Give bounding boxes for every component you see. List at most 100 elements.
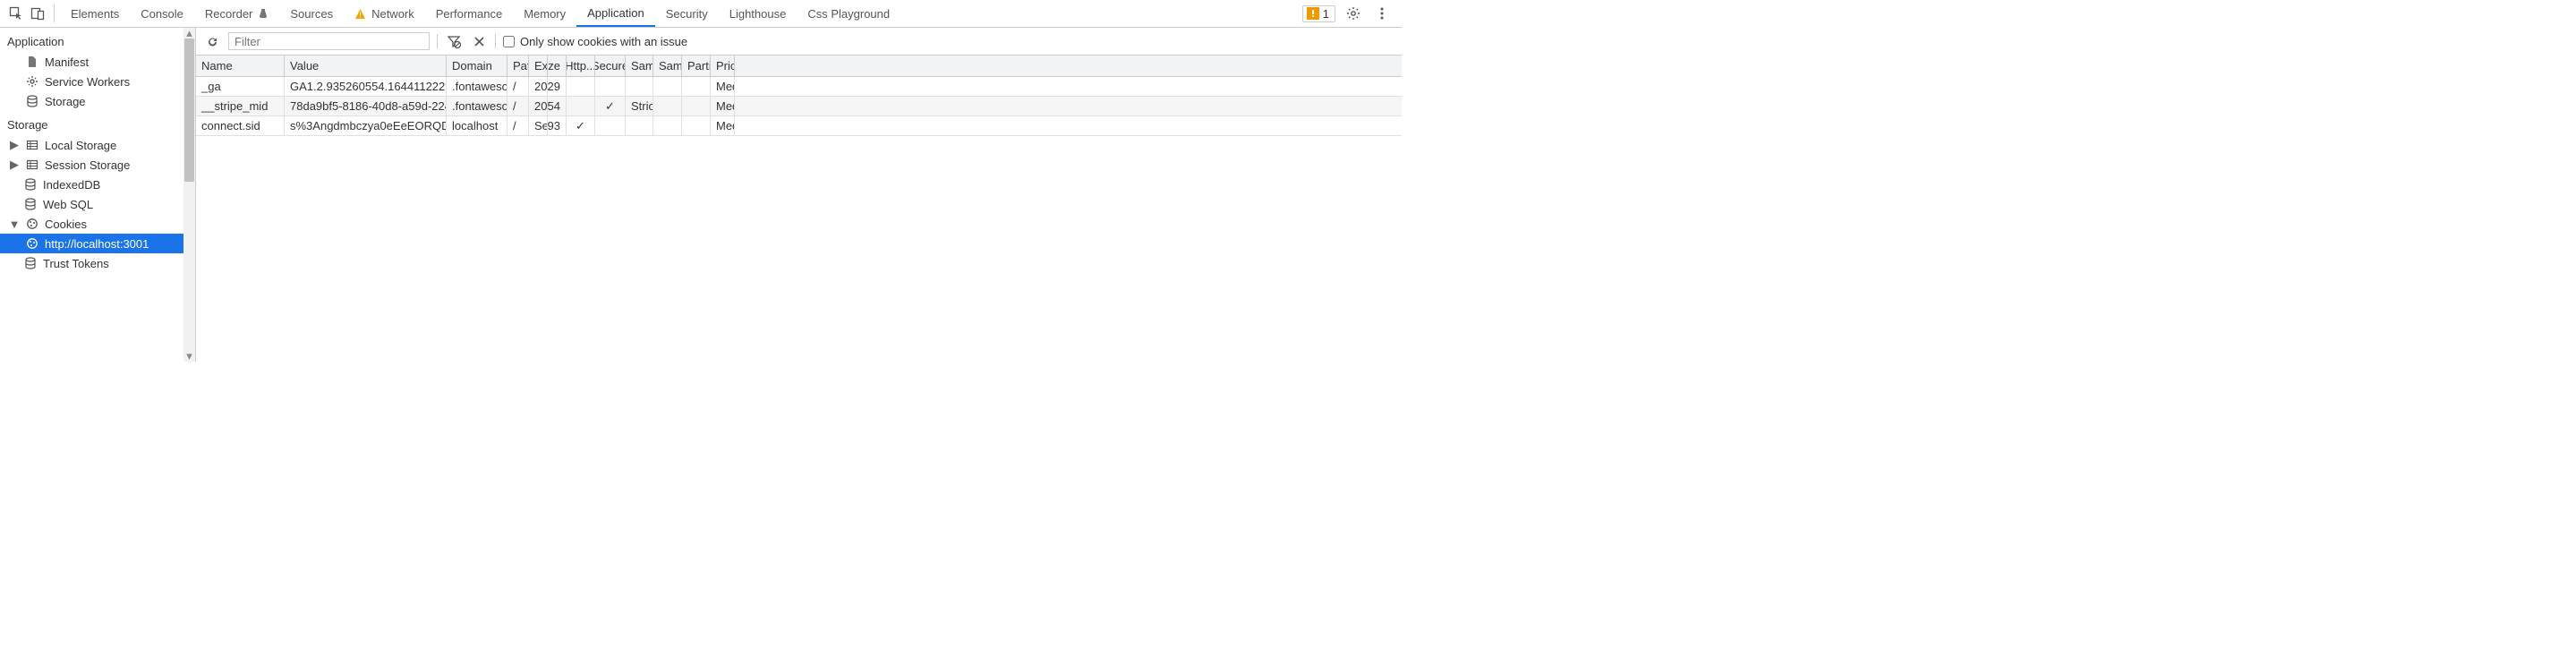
table-row[interactable]: _gaGA1.2.935260554.1644112229.fontawesom… [196,77,1402,97]
col-samesite[interactable]: Same.. [626,56,653,76]
cell-httponly [567,97,595,115]
sidebar-item-cookies-host[interactable]: http://localhost:3001 [0,234,195,253]
col-name[interactable]: Name [196,56,285,76]
sidebar-scrollbar[interactable]: ▴ ▾ [183,28,195,362]
tab-css-playground[interactable]: Css Playground [797,0,900,27]
warning-icon [354,8,366,20]
cell-expires: Se... [529,116,548,135]
sidebar-item-manifest[interactable]: Manifest [0,52,195,72]
cookie-icon [25,217,39,231]
only-issues-checkbox[interactable]: Only show cookies with an issue [503,35,687,48]
col-secure[interactable]: Secure [595,56,626,76]
tab-elements[interactable]: Elements [60,0,130,27]
cell-path: / [508,97,529,115]
col-expires[interactable]: Ex.. [529,56,548,76]
only-issues-input[interactable] [503,36,515,47]
refresh-icon[interactable] [203,32,221,50]
database-icon [23,177,38,192]
grid-header-row: Name Value Domain Path Ex.. Size Http...… [196,56,1402,77]
kebab-menu-icon[interactable] [1371,6,1393,21]
disclosure-triangle-icon[interactable]: ▶ [9,158,20,172]
cell-priority: Medi... [711,77,735,96]
col-path[interactable]: Path [508,56,529,76]
cell-httponly [567,77,595,96]
tab-memory[interactable]: Memory [513,0,576,27]
tab-performance[interactable]: Performance [425,0,513,27]
cell-value: 78da9bf5-8186-40d8-a59d-224ae49ef747426.… [285,97,447,115]
separator [437,34,438,48]
col-priority[interactable]: Prio... [711,56,735,76]
disclosure-triangle-icon[interactable]: ▶ [9,138,20,152]
cookies-toolbar: Only show cookies with an issue [196,28,1402,56]
table-icon [25,138,39,152]
cell-value: s%3Angdmbczya0eEeEORQDKtdC7khePpXvA... [285,116,447,135]
cell-samesite: Strict [626,97,653,115]
device-toggle-icon[interactable] [27,0,48,27]
cell-name: _ga [196,77,285,96]
cookies-panel: Only show cookies with an issue Name Val… [196,28,1402,362]
col-value[interactable]: Value [285,56,447,76]
tab-lighthouse[interactable]: Lighthouse [719,0,798,27]
database-icon [23,256,38,270]
cell-samesite [626,77,653,96]
tab-console[interactable]: Console [130,0,194,27]
database-icon [23,197,38,211]
col-partition[interactable]: Partit... [682,56,711,76]
issues-count: 1 [1323,7,1329,21]
cell-domain: localhost [447,116,508,135]
application-sidebar: Application Manifest Service Workers [0,28,196,362]
cell-name: __stripe_mid [196,97,285,115]
scroll-up-icon[interactable]: ▴ [183,28,195,38]
cell-sameparty [653,116,682,135]
sidebar-item-websql[interactable]: Web SQL [0,194,195,214]
cell-value: GA1.2.935260554.1644112229 [285,77,447,96]
cell-expires: 20... [529,77,548,96]
cell-name: connect.sid [196,116,285,135]
cell-path: / [508,77,529,96]
cell-httponly: ✓ [567,116,595,135]
tab-security[interactable]: Security [655,0,719,27]
cell-secure: ✓ [595,97,626,115]
tab-recorder[interactable]: Recorder [194,0,279,27]
sidebar-item-trust-tokens[interactable]: Trust Tokens [0,253,195,273]
col-sameparty[interactable]: Same.. [653,56,682,76]
sidebar-item-indexeddb[interactable]: IndexedDB [0,175,195,194]
col-httponly[interactable]: Http... [567,56,595,76]
cell-secure [595,77,626,96]
sidebar-item-storage[interactable]: Storage [0,91,195,111]
tab-sources[interactable]: Sources [279,0,344,27]
table-row[interactable]: __stripe_mid78da9bf5-8186-40d8-a59d-224a… [196,97,1402,116]
inspect-element-icon[interactable] [5,0,27,27]
clear-all-icon[interactable] [470,32,488,50]
sidebar-group-storage: Storage [0,111,195,135]
scrollbar-thumb[interactable] [184,38,194,182]
table-row[interactable]: connect.sids%3Angdmbczya0eEeEORQDKtdC7kh… [196,116,1402,136]
sidebar-group-application: Application [0,28,195,52]
sidebar-item-local-storage[interactable]: ▶ Local Storage [0,135,195,155]
cell-size: 54 [548,97,567,115]
cell-size: 29 [548,77,567,96]
cell-partition [682,97,711,115]
tab-network[interactable]: Network [344,0,425,27]
database-icon [25,94,39,108]
disclosure-triangle-icon[interactable]: ▼ [9,218,20,231]
filter-input[interactable] [228,32,430,50]
col-domain[interactable]: Domain [447,56,508,76]
cell-sameparty [653,77,682,96]
table-icon [25,158,39,172]
issues-badge-icon [1307,7,1319,20]
settings-icon[interactable] [1343,6,1364,21]
tab-application[interactable]: Application [576,0,655,27]
cell-partition [682,77,711,96]
cell-samesite [626,116,653,135]
sidebar-item-cookies[interactable]: ▼ Cookies [0,214,195,234]
scroll-down-icon[interactable]: ▾ [183,351,195,362]
cell-secure [595,116,626,135]
sidebar-item-service-workers[interactable]: Service Workers [0,72,195,91]
gear-icon [25,74,39,89]
col-size[interactable]: Size [548,56,567,76]
cookie-icon [25,236,39,251]
clear-filtered-icon[interactable] [445,32,463,50]
sidebar-item-session-storage[interactable]: ▶ Session Storage [0,155,195,175]
issues-chip[interactable]: 1 [1302,5,1335,22]
